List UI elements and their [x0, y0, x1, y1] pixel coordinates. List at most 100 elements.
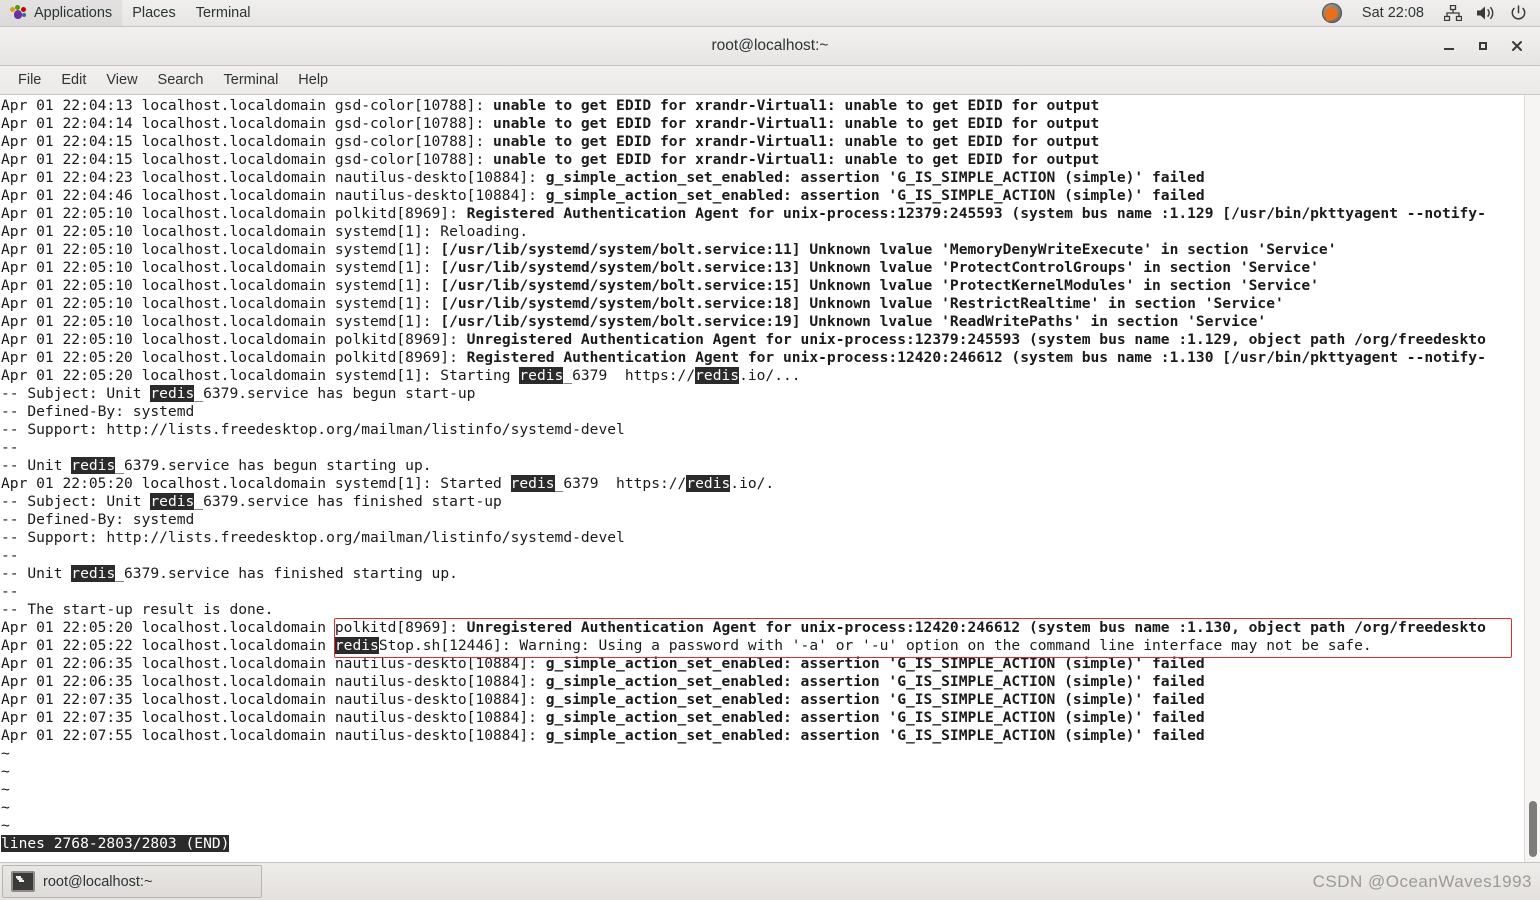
- terminal-text-bold: g_simple_action_set_enabled: assertion '…: [545, 187, 1205, 204]
- power-icon[interactable]: [1503, 0, 1534, 26]
- terminal-text: Apr 01 22:05:10 localhost.localdomain po…: [1, 205, 467, 222]
- terminal-line: Apr 01 22:06:35 localhost.localdomain na…: [1, 655, 1524, 673]
- terminal-text-bold: unable to get EDID for xrandr-Virtual1: …: [493, 133, 1100, 150]
- search-match-highlight: redis: [686, 475, 731, 492]
- search-match-highlight: redis: [150, 493, 195, 510]
- terminal-line: Apr 01 22:05:20 localhost.localdomain sy…: [1, 367, 1524, 385]
- desktop-root: Applications Places Terminal Sat 22:08 r…: [0, 0, 1540, 900]
- terminal-text-bold: g_simple_action_set_enabled: assertion '…: [545, 691, 1205, 708]
- terminal-text-bold: g_simple_action_set_enabled: assertion '…: [545, 169, 1205, 186]
- terminal-line: Apr 01 22:05:22 localhost.localdomain re…: [1, 637, 1524, 655]
- terminal-line: ~: [1, 745, 1524, 763]
- tray-app-icon-button[interactable]: [1315, 0, 1349, 26]
- window-titlebar[interactable]: root@localhost:~: [0, 27, 1540, 66]
- menu-terminal[interactable]: Terminal: [186, 0, 261, 26]
- menu-help[interactable]: Help: [288, 69, 338, 91]
- terminal-text: Apr 01 22:05:20 localhost.localdomain sy…: [1, 475, 511, 492]
- terminal-line: -- Support: http://lists.freedesktop.org…: [1, 421, 1524, 439]
- terminal-line: -- Defined-By: systemd: [1, 511, 1524, 529]
- terminal-text: _6379.service has begun start-up: [194, 385, 476, 402]
- terminal-text: ~: [1, 763, 10, 780]
- terminal-line: -- Subject: Unit redis_6379.service has …: [1, 493, 1524, 511]
- menu-file[interactable]: File: [8, 69, 51, 91]
- terminal-text: Apr 01 22:05:10 localhost.localdomain sy…: [1, 259, 441, 276]
- window-title: root@localhost:~: [711, 37, 829, 54]
- terminal-text: -- The start-up result is done.: [1, 601, 274, 618]
- menu-terminal-label: Terminal: [195, 5, 251, 21]
- terminal-line: --: [1, 439, 1524, 457]
- terminal-text: Apr 01 22:05:20 localhost.localdomain po…: [1, 349, 467, 366]
- taskbar-window-button[interactable]: root@localhost:~: [2, 865, 262, 898]
- menu-applications[interactable]: Applications: [0, 0, 123, 26]
- network-icon-glyph: [1444, 5, 1462, 21]
- scrollbar-thumb[interactable]: [1529, 801, 1537, 857]
- panel-menu-group: Applications Places Terminal: [0, 0, 261, 26]
- terminal-text-bold: g_simple_action_set_enabled: assertion '…: [545, 709, 1205, 726]
- terminal-scrollbar[interactable]: [1524, 95, 1540, 863]
- terminal-line: Apr 01 22:05:10 localhost.localdomain sy…: [1, 241, 1524, 259]
- terminal-text: -- Subject: Unit: [1, 493, 151, 510]
- terminal-text: Apr 01 22:04:13 localhost.localdomain gs…: [1, 97, 494, 114]
- terminal-text: ~: [1, 799, 10, 816]
- terminal-line: Apr 01 22:07:35 localhost.localdomain na…: [1, 709, 1524, 727]
- terminal-line: -- The start-up result is done.: [1, 601, 1524, 619]
- menu-view[interactable]: View: [96, 69, 147, 91]
- window-controls: [1432, 27, 1534, 65]
- terminal-line: --: [1, 547, 1524, 565]
- terminal-window: root@localhost:~ File Edit View Search T…: [0, 27, 1540, 863]
- menu-applications-label: Applications: [34, 5, 113, 21]
- window-list-taskbar: root@localhost:~ CSDN @OceanWaves1993: [0, 862, 1540, 900]
- terminal-text: _6379 https://: [563, 367, 696, 384]
- terminal-text: -- Support: http://lists.freedesktop.org…: [1, 529, 625, 546]
- terminal-text: ~: [1, 745, 10, 762]
- search-match-highlight: redis: [510, 475, 555, 492]
- terminal-line: Apr 01 22:05:10 localhost.localdomain sy…: [1, 223, 1524, 241]
- volume-icon-glyph: [1477, 6, 1494, 20]
- terminal-text-bold: [/usr/lib/systemd/system/bolt.service:13…: [440, 259, 1319, 276]
- maximize-button[interactable]: [1466, 31, 1500, 61]
- terminal-text: Apr 01 22:04:15 localhost.localdomain gs…: [1, 151, 494, 168]
- terminal-line: Apr 01 22:04:23 localhost.localdomain na…: [1, 169, 1524, 187]
- terminal-text: Apr 01 22:05:10 localhost.localdomain sy…: [1, 313, 441, 330]
- terminal-line: ~: [1, 799, 1524, 817]
- terminal-line: lines 2768-2803/2803 (END): [1, 835, 1524, 853]
- terminal-line: Apr 01 22:04:13 localhost.localdomain gs…: [1, 97, 1524, 115]
- minimize-button[interactable]: [1432, 31, 1466, 61]
- terminal-line: Apr 01 22:05:20 localhost.localdomain po…: [1, 619, 1524, 637]
- volume-icon[interactable]: [1469, 0, 1503, 26]
- clock-button[interactable]: Sat 22:08: [1349, 0, 1437, 26]
- menu-edit[interactable]: Edit: [51, 69, 96, 91]
- terminal-icon: [11, 871, 35, 892]
- terminal-text: Apr 01 22:04:46 localhost.localdomain na…: [1, 187, 546, 204]
- terminal-line: Apr 01 22:04:15 localhost.localdomain gs…: [1, 133, 1524, 151]
- network-icon[interactable]: [1437, 0, 1469, 26]
- terminal-line: Apr 01 22:04:15 localhost.localdomain gs…: [1, 151, 1524, 169]
- terminal-line: Apr 01 22:05:10 localhost.localdomain sy…: [1, 259, 1524, 277]
- terminal-text: -- Subject: Unit: [1, 385, 151, 402]
- watermark-label: CSDN @OceanWaves1993: [1312, 871, 1532, 891]
- terminal-text-bold: [/usr/lib/systemd/system/bolt.service:15…: [440, 277, 1319, 294]
- search-match-highlight: redis: [150, 385, 195, 402]
- terminal-line: Apr 01 22:07:35 localhost.localdomain na…: [1, 691, 1524, 709]
- terminal-text-bold: [/usr/lib/systemd/system/bolt.service:11…: [440, 241, 1337, 258]
- terminal-line: ~: [1, 781, 1524, 799]
- close-button[interactable]: [1500, 31, 1534, 61]
- terminal-text: Apr 01 22:05:10 localhost.localdomain sy…: [1, 295, 441, 312]
- terminal-text: Apr 01 22:05:20 localhost.localdomain: [1, 619, 335, 636]
- search-match-highlight: redis: [71, 565, 116, 582]
- menu-terminal-win[interactable]: Terminal: [214, 69, 289, 91]
- menu-help-label: Help: [298, 72, 329, 88]
- terminal-text: _6379.service has begun starting up.: [115, 457, 432, 474]
- menu-search[interactable]: Search: [148, 69, 214, 91]
- terminal-text: --: [1, 547, 19, 564]
- gnome-foot-icon: [10, 4, 27, 22]
- menu-places[interactable]: Places: [122, 0, 186, 26]
- terminal-line: --: [1, 583, 1524, 601]
- terminal-text: .io/...: [739, 367, 801, 384]
- terminal-text-bold: unable to get EDID for xrandr-Virtual1: …: [493, 97, 1100, 114]
- terminal-line: Apr 01 22:07:55 localhost.localdomain na…: [1, 727, 1524, 745]
- terminal-text-bold: unable to get EDID for xrandr-Virtual1: …: [493, 151, 1100, 168]
- terminal-text: polkitd[8969]:: [334, 619, 467, 636]
- terminal-output[interactable]: Apr 01 22:04:13 localhost.localdomain gs…: [0, 95, 1524, 863]
- terminal-text: _6379.service has finished start-up: [194, 493, 502, 510]
